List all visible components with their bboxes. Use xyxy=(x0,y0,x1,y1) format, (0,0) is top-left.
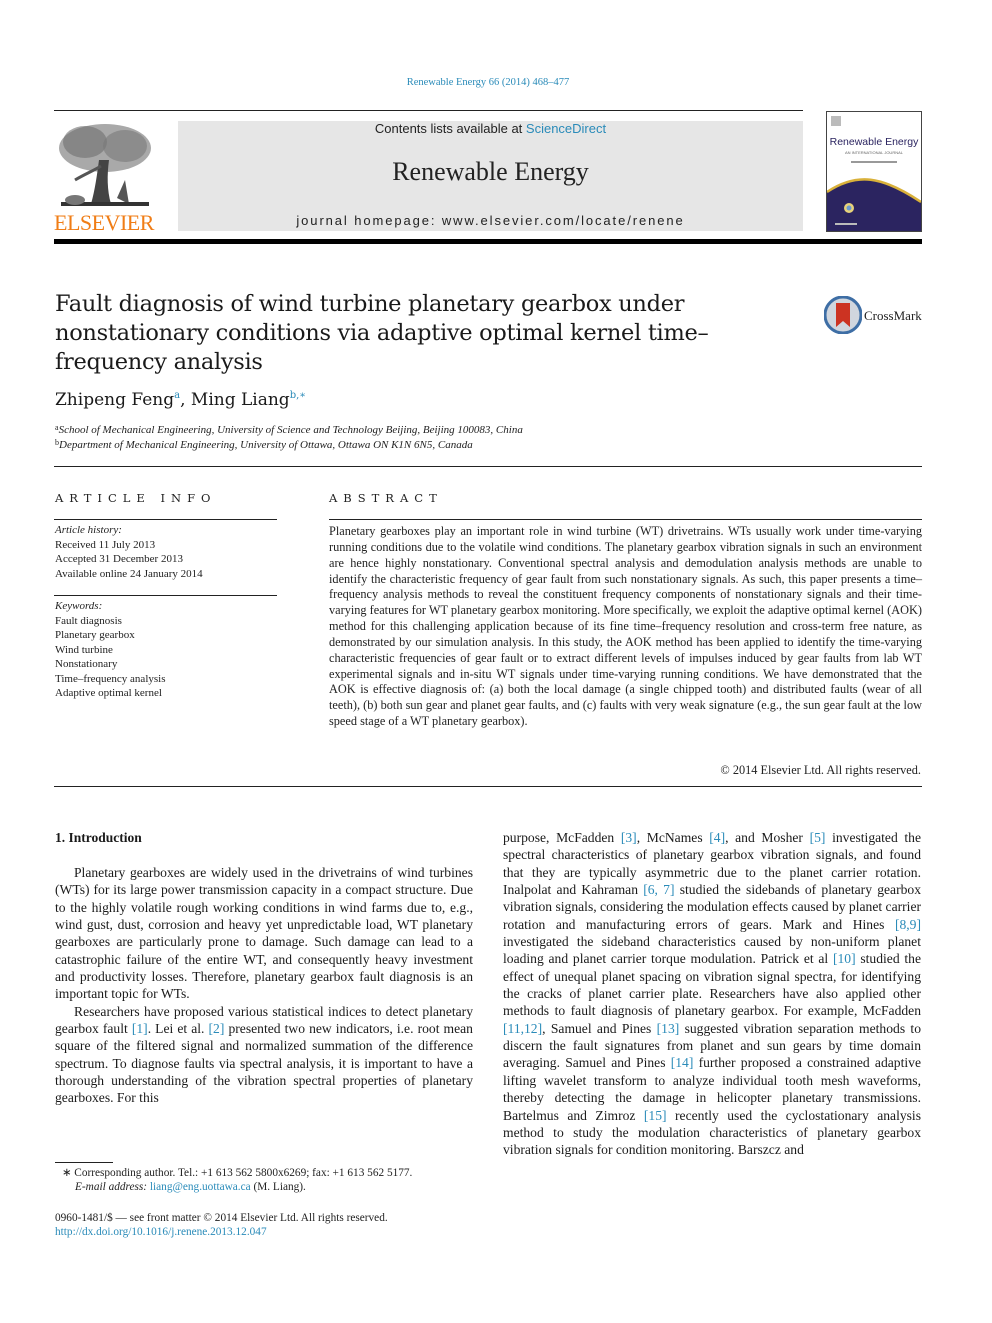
header-thick-rule xyxy=(54,239,922,244)
crossmark-label: CrossMark xyxy=(864,308,922,323)
front-matter-note: 0960-1481/$ — see front matter © 2014 El… xyxy=(55,1212,388,1224)
article-info-heading: ARTICLE INFO xyxy=(55,491,217,505)
keyword-item: Nonstationary xyxy=(55,658,118,670)
journal-banner: Contents lists available at ScienceDirec… xyxy=(178,121,803,231)
keyword-item: Planetary gearbox xyxy=(55,629,135,641)
author-affil-mark[interactable]: b,∗ xyxy=(290,390,306,401)
elsevier-tree-icon xyxy=(59,124,151,206)
keyword-item: Time–frequency analysis xyxy=(55,672,166,685)
homepage-label: journal homepage: xyxy=(296,213,442,228)
affiliation-b: bDepartment of Mechanical Engineering, U… xyxy=(55,438,473,451)
contents-line: Contents lists available at ScienceDirec… xyxy=(178,121,803,136)
citation-link[interactable]: [1] xyxy=(132,1021,148,1036)
citation-link[interactable]: [4] xyxy=(709,830,725,845)
history-online: Available online 24 January 2014 xyxy=(55,567,203,580)
keyword-item: Adaptive optimal kernel xyxy=(55,687,162,699)
journal-homepage: journal homepage: www.elsevier.com/locat… xyxy=(178,213,803,228)
intro-paragraph: Researchers have proposed various statis… xyxy=(55,1003,473,1106)
body-column-left: Planetary gearboxes are widely used in t… xyxy=(55,864,473,1107)
body-column-right: purpose, McFadden [3], McNames [4], and … xyxy=(503,829,921,1159)
citation-link[interactable]: [3] xyxy=(621,830,637,845)
svg-text:AN INTERNATIONAL JOURNAL: AN INTERNATIONAL JOURNAL xyxy=(845,150,904,155)
sciencedirect-link[interactable]: ScienceDirect xyxy=(526,121,606,136)
affiliation-text: School of Mechanical Engineering, Univer… xyxy=(58,424,523,436)
email-suffix: (M. Liang). xyxy=(250,1181,306,1193)
article-info-rule xyxy=(54,519,277,520)
contents-prefix: Contents lists available at xyxy=(374,121,526,136)
abstract-rule xyxy=(329,519,922,520)
citation-link[interactable]: [13] xyxy=(657,1021,680,1036)
journal-citation[interactable]: Renewable Energy 66 (2014) 468–477 xyxy=(0,77,976,88)
doi-url[interactable]: http://dx.doi.org/10.1016/j.renene.2013.… xyxy=(55,1226,267,1238)
citation-link[interactable]: [11,12] xyxy=(503,1021,542,1036)
keywords-list: Keywords: Fault diagnosis Planetary gear… xyxy=(55,599,166,701)
abstract-body: Planetary gearboxes play an important ro… xyxy=(329,524,922,729)
svg-text:Renewable Energy: Renewable Energy xyxy=(830,136,919,148)
author-name[interactable]: Zhipeng Feng xyxy=(55,390,174,410)
history-accepted: Accepted 31 December 2013 xyxy=(55,553,183,565)
article-title: Fault diagnosis of wind turbine planetar… xyxy=(55,291,709,375)
affiliation-text: Department of Mechanical Engineering, Un… xyxy=(59,439,473,451)
homepage-url[interactable]: www.elsevier.com/locate/renene xyxy=(442,213,685,228)
author-list: Zhipeng Fenga, Ming Liangb,∗ xyxy=(55,390,306,410)
abstract-heading: ABSTRACT xyxy=(329,491,443,505)
citation-link[interactable]: [8,9] xyxy=(895,917,921,932)
keywords-label: Keywords: xyxy=(55,600,103,612)
journal-title: Renewable Energy xyxy=(392,157,589,186)
keywords-rule xyxy=(54,595,277,596)
citation-link[interactable]: [15] xyxy=(644,1108,667,1123)
elsevier-logo[interactable]: ELSEVIER xyxy=(53,118,155,234)
citation-link[interactable]: [10] xyxy=(833,951,856,966)
doi-link[interactable]: http://dx.doi.org/10.1016/j.renene.2013.… xyxy=(55,1226,267,1238)
author-name[interactable]: Ming Liang xyxy=(191,390,290,410)
author-separator: , xyxy=(180,390,191,410)
cover-art-icon: Renewable Energy AN INTERNATIONAL JOURNA… xyxy=(827,116,921,231)
abstract-bottom-rule xyxy=(54,786,922,787)
affiliation-a: aSchool of Mechanical Engineering, Unive… xyxy=(55,423,523,436)
citation-link[interactable]: [6, 7] xyxy=(643,882,674,897)
crossmark-badge[interactable]: CrossMark xyxy=(824,296,934,336)
intro-paragraph-continued: purpose, McFadden [3], McNames [4], and … xyxy=(503,830,922,1158)
elsevier-wordmark: ELSEVIER xyxy=(54,210,154,235)
email-link[interactable]: liang@eng.uottawa.ca xyxy=(150,1181,251,1193)
email-label: E-mail address: xyxy=(75,1181,150,1193)
journal-cover[interactable]: Renewable Energy AN INTERNATIONAL JOURNA… xyxy=(826,111,922,232)
article-history: Article history: Received 11 July 2013 A… xyxy=(55,523,203,581)
section-heading-introduction: 1. Introduction xyxy=(55,830,142,845)
intro-paragraph: Planetary gearboxes are widely used in t… xyxy=(55,865,473,1002)
citation-link[interactable]: [2] xyxy=(209,1021,225,1036)
crossmark-icon xyxy=(824,296,862,334)
email-note: E-mail address: liang@eng.uottawa.ca (M.… xyxy=(75,1181,306,1193)
corresponding-author-note: ∗ Corresponding author. Tel.: +1 613 562… xyxy=(62,1167,413,1179)
footnote-rule xyxy=(55,1162,113,1163)
citation-link[interactable]: [14] xyxy=(671,1055,694,1070)
abstract-copyright: © 2014 Elsevier Ltd. All rights reserved… xyxy=(720,763,921,777)
affiliation-rule xyxy=(54,466,922,467)
citation-link[interactable]: [5] xyxy=(810,830,826,845)
keyword-item: Wind turbine xyxy=(55,643,113,656)
history-received: Received 11 July 2013 xyxy=(55,538,156,551)
history-label: Article history: xyxy=(55,524,122,536)
keyword-item: Fault diagnosis xyxy=(55,614,122,627)
header-rule xyxy=(54,110,803,111)
